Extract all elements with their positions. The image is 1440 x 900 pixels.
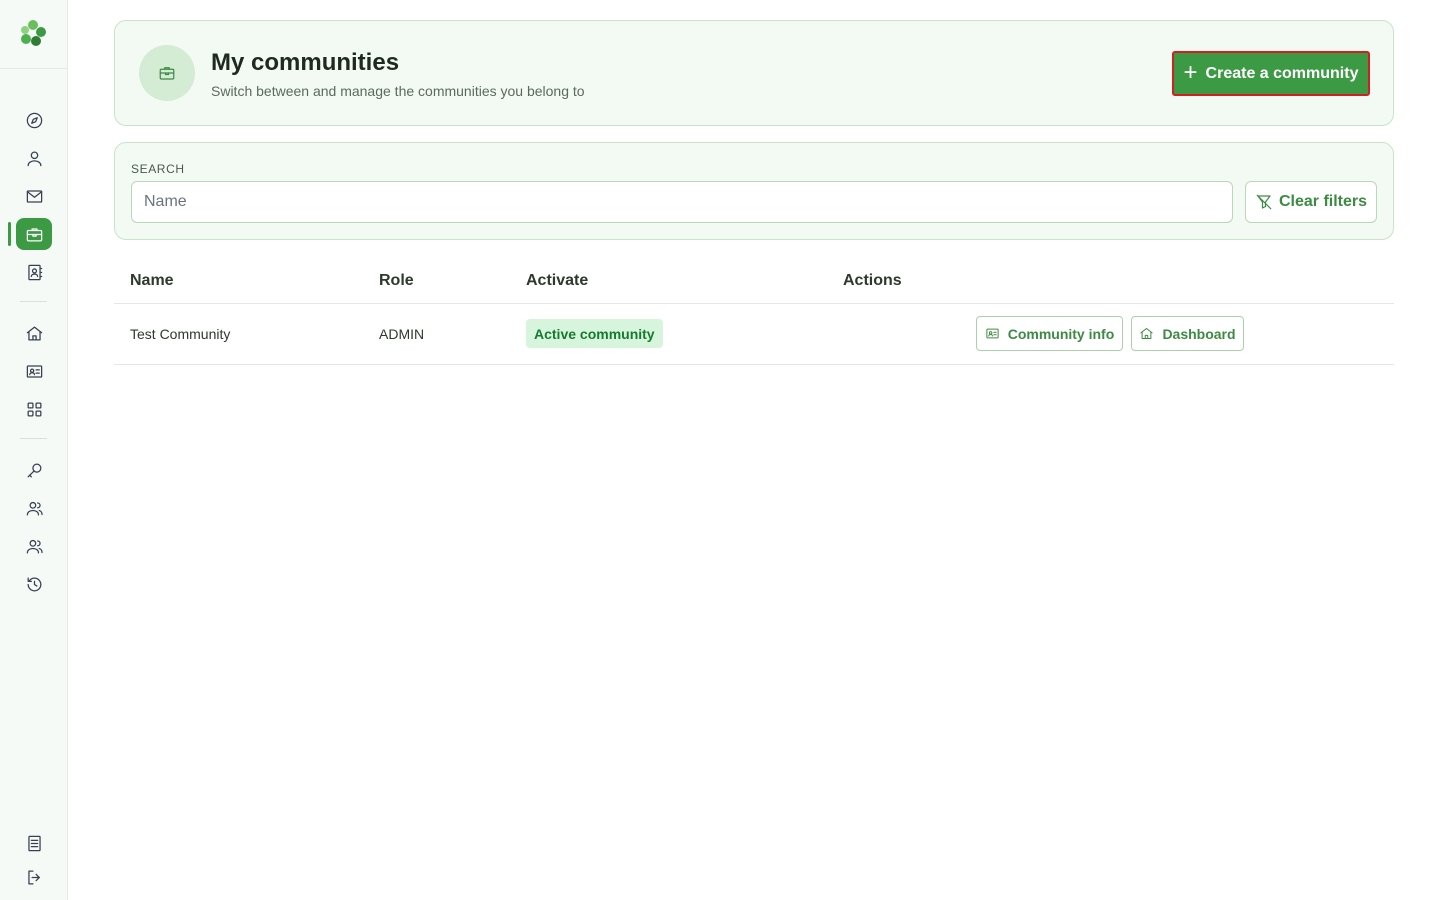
mail-icon [26,189,42,203]
filter-off-icon [1256,194,1272,210]
sidebar-item-groups[interactable] [16,530,52,562]
community-info-label: Community info [1007,325,1115,342]
community-role: ADMIN [379,326,425,342]
table-row: Test Community ADMIN Active community Co… [114,304,1394,365]
table-header: Name Role Activate Actions [114,256,1394,304]
dashboard-label: Dashboard [1162,325,1236,342]
users-icon [26,501,43,515]
search-label: SEARCH [131,162,185,176]
page-title: My communities [211,49,400,76]
active-indicator [8,222,11,246]
clear-filters-button[interactable]: Clear filters [1245,181,1377,223]
sidebar-top-divider [0,68,68,69]
create-community-label: Create a community [1205,64,1359,82]
page-header: My communities Switch between and manage… [114,20,1394,126]
sidebar-item-id-card[interactable] [16,355,52,387]
dashboard-button[interactable]: Dashboard [1131,316,1244,351]
sidebar-item-keys[interactable] [16,454,52,486]
create-community-button[interactable]: + Create a community [1172,51,1370,96]
clover-logo[interactable] [18,18,48,48]
sidebar-item-history[interactable] [16,568,52,600]
sidebar-item-explore[interactable] [16,104,52,136]
clear-filters-label: Clear filters [1278,193,1368,210]
communities-table: Name Role Activate Actions Test Communit… [114,256,1394,365]
logout-icon [27,870,40,884]
sidebar-item-docs[interactable] [16,827,52,859]
sidebar-item-home[interactable] [16,317,52,349]
users-group-icon [26,539,43,553]
briefcase-icon [159,67,175,80]
home-icon [26,326,42,340]
home-icon [1140,328,1154,339]
grid-icon [27,402,41,416]
plus-icon: + [1183,58,1198,86]
contact-book-icon [27,264,42,280]
search-input[interactable] [131,181,1233,223]
sidebar-item-apps[interactable] [16,393,52,425]
sidebar-item-members[interactable] [16,492,52,524]
user-icon [27,151,41,166]
main-content: My communities Switch between and manage… [68,0,1440,900]
header-avatar [139,45,195,101]
briefcase-icon [26,227,42,241]
key-icon [27,463,41,477]
status-badge: Active community [526,319,663,348]
id-card-icon [26,364,42,378]
sidebar-item-contacts[interactable] [16,256,52,288]
search-panel: SEARCH Clear filters [114,142,1394,240]
page-subtitle: Switch between and manage the communitie… [211,83,585,99]
sidebar-item-messages[interactable] [16,180,52,212]
community-info-button[interactable]: Community info [976,316,1123,351]
column-header-role: Role [379,272,414,289]
sidebar-item-communities[interactable] [16,218,52,250]
sidebar [0,0,68,900]
column-header-activate: Activate [526,272,589,289]
id-card-icon [986,328,999,339]
sidebar-divider [20,301,47,302]
column-header-actions: Actions [843,272,902,289]
sidebar-item-profile[interactable] [16,142,52,174]
history-icon [27,577,41,591]
sidebar-item-logout[interactable] [16,861,52,893]
sidebar-divider [20,438,47,439]
community-name: Test Community [130,326,231,342]
compass-icon [26,112,42,128]
document-icon [27,835,41,851]
column-header-name: Name [130,272,174,289]
